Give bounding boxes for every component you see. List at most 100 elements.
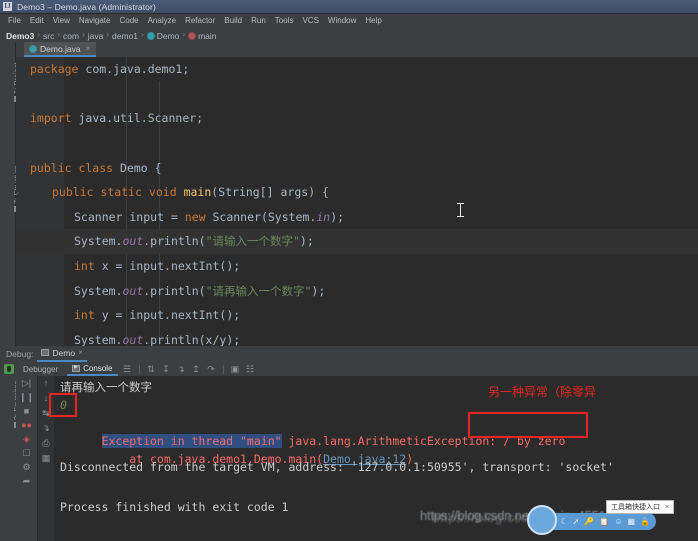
close-icon[interactable]: × <box>665 504 669 511</box>
pin-icon[interactable]: ➦ <box>23 476 31 486</box>
menu-item-help[interactable]: Help <box>361 16 386 25</box>
menu-item-analyze[interactable]: Analyze <box>144 16 181 25</box>
menu-item-vcs[interactable]: VCS <box>298 16 323 25</box>
code-lines: 1package com.java.demo1;23import java.ut… <box>16 57 698 346</box>
settings-gear-icon[interactable]: ⚙ <box>22 462 30 472</box>
code-token: .println( <box>143 234 206 249</box>
print-icon[interactable]: ⎙ <box>42 438 49 448</box>
code-line-5[interactable]: 5▶public class Demo { <box>16 155 698 180</box>
menu-item-refactor[interactable]: Refactor <box>181 16 220 25</box>
code-token: Demo <box>120 160 155 175</box>
soft-wrap-icon[interactable]: ⇅ <box>146 364 157 375</box>
code-line-3[interactable]: 3import java.util.Scanner; <box>16 106 698 131</box>
code-token: ); <box>330 209 345 224</box>
down-arrow-icon[interactable]: ↓ <box>44 393 49 403</box>
settings-icon[interactable]: ☷ <box>245 364 256 375</box>
code-token: Scanner input = <box>74 209 185 224</box>
code-line-2[interactable]: 2 <box>16 82 698 107</box>
grid-icon[interactable]: ▦ <box>627 517 635 526</box>
code-fold-icon[interactable]: ⌄ <box>16 187 19 197</box>
code-token: System. <box>74 332 123 346</box>
tab-demo-java[interactable]: Demo.java × <box>24 42 97 57</box>
code-token: out <box>122 332 144 346</box>
menu-item-navigate[interactable]: Navigate <box>75 16 116 25</box>
emoji-icon[interactable]: ☺ <box>614 517 622 526</box>
breadcrumb-label: Demo <box>156 30 180 41</box>
clipboard-icon[interactable]: 📋 <box>599 517 609 526</box>
debug-bug-icon[interactable] <box>4 364 14 374</box>
code-line-4[interactable]: 4 <box>16 131 698 156</box>
menu-bar: File Edit View Navigate Code Analyze Refactor B… <box>0 14 698 27</box>
moon-icon[interactable]: ☾ <box>560 517 567 526</box>
menu-item-build[interactable]: Build <box>220 16 247 25</box>
menu-item-tools[interactable]: Tools <box>271 16 299 25</box>
menu-lines-icon[interactable]: ☰ <box>122 364 133 375</box>
code-text: System.out.println("请再输入一个数字"); <box>16 283 325 299</box>
menu-item-run[interactable]: Run <box>247 16 271 25</box>
pause-program-icon[interactable]: ❙❙ <box>19 392 34 402</box>
clear-all-icon[interactable]: ▣ <box>230 364 241 375</box>
tab-console-label: Console <box>83 363 113 373</box>
view-breakpoints-icon[interactable]: ●● <box>21 420 32 430</box>
resume-program-icon[interactable]: ▷| <box>22 378 31 388</box>
scroll-to-end-icon[interactable]: ↴ <box>42 423 50 433</box>
code-token: .println( <box>143 283 206 298</box>
debug-label: Debug: <box>6 349 34 359</box>
annotation-text: 另一种异常（除零异 <box>488 385 597 399</box>
code-line-11[interactable]: 11int y = input.nextInt(); <box>16 303 698 328</box>
code-line-10[interactable]: 10System.out.println("请再输入一个数字"); <box>16 278 698 303</box>
code-token: y = input.nextInt(); <box>101 308 241 323</box>
scroll-to-end-icon[interactable]: ↴ <box>176 364 187 375</box>
camera-icon[interactable]: ☐ <box>22 448 30 458</box>
code-token: public static void <box>52 185 184 200</box>
breadcrumb-item-demo[interactable]: Demo <box>146 26 180 44</box>
stop-program-icon[interactable]: ■ <box>24 406 29 416</box>
debug-config-tab[interactable]: Demo × <box>37 347 87 362</box>
code-line-1[interactable]: 1package com.java.demo1; <box>16 57 698 82</box>
breadcrumb-separator: › <box>141 30 144 39</box>
code-line-7[interactable]: 7Scanner input = new Scanner(System.in); <box>16 205 698 230</box>
close-icon[interactable]: × <box>86 44 91 53</box>
code-line-12[interactable]: 12System.out.println(x/y); <box>16 328 698 346</box>
breadcrumb-item-demo3[interactable]: Demo3 <box>6 26 34 44</box>
code-line-9[interactable]: 9int x = input.nextInt(); <box>16 254 698 279</box>
breadcrumb-item-src[interactable]: src <box>43 26 54 44</box>
scroll-down-icon[interactable]: ↧ <box>161 364 172 375</box>
breadcrumb-label: java <box>87 30 104 41</box>
close-icon[interactable]: × <box>78 348 83 357</box>
code-text: Scanner input = new Scanner(System.in); <box>16 210 344 224</box>
breadcrumb-item-main[interactable]: main <box>188 26 217 44</box>
run-config-icon <box>41 349 50 356</box>
console-line-disconnect: Disconnected from the target VM, address… <box>60 460 614 474</box>
menu-item-view[interactable]: View <box>49 16 75 25</box>
scroll-up-icon[interactable]: ↥ <box>191 364 202 375</box>
console-line-prompt: 请再输入一个数字 <box>60 380 152 394</box>
cursor-icon[interactable]: ➚ <box>573 517 580 526</box>
tab-console[interactable]: Console <box>67 362 118 376</box>
key-icon[interactable]: 🔑 <box>584 517 594 526</box>
up-arrow-icon[interactable]: ↑ <box>44 378 49 388</box>
code-token: ); <box>299 234 314 249</box>
menu-item-window[interactable]: Window <box>324 16 361 25</box>
code-line-8[interactable]: 8System.out.println("请输入一个数字"); <box>16 229 698 254</box>
breadcrumb-item-java[interactable]: java <box>88 26 104 44</box>
lock-icon[interactable]: 🔒 <box>640 517 650 526</box>
breadcrumb-item-com[interactable]: com <box>63 26 79 44</box>
floating-toolbar-handle[interactable] <box>527 505 557 535</box>
code-token: System. <box>74 234 123 249</box>
menu-item-edit[interactable]: Edit <box>26 16 49 25</box>
code-editor[interactable]: 1package com.java.demo1;23import java.ut… <box>16 57 698 346</box>
step-icon[interactable]: ↷ <box>206 364 217 375</box>
mute-breakpoints-icon[interactable]: ◈ <box>23 434 30 444</box>
menu-item-code[interactable]: Code <box>115 16 143 25</box>
tab-debugger[interactable]: Debugger <box>18 365 63 374</box>
breadcrumb-label: com <box>63 30 80 41</box>
menu-item-file[interactable]: File <box>4 16 26 25</box>
toolbox-tooltip[interactable]: 工具箱快捷入口 × <box>606 500 675 514</box>
code-text: public static void main(String[] args) { <box>16 185 329 199</box>
trash-icon[interactable]: ▦ <box>42 453 51 463</box>
breadcrumb-item-demo1[interactable]: demo1 <box>112 26 138 44</box>
code-token: System. <box>74 283 123 298</box>
code-line-6[interactable]: 6▶⌄public static void main(String[] args… <box>16 180 698 205</box>
breadcrumb-label: src <box>43 30 55 41</box>
